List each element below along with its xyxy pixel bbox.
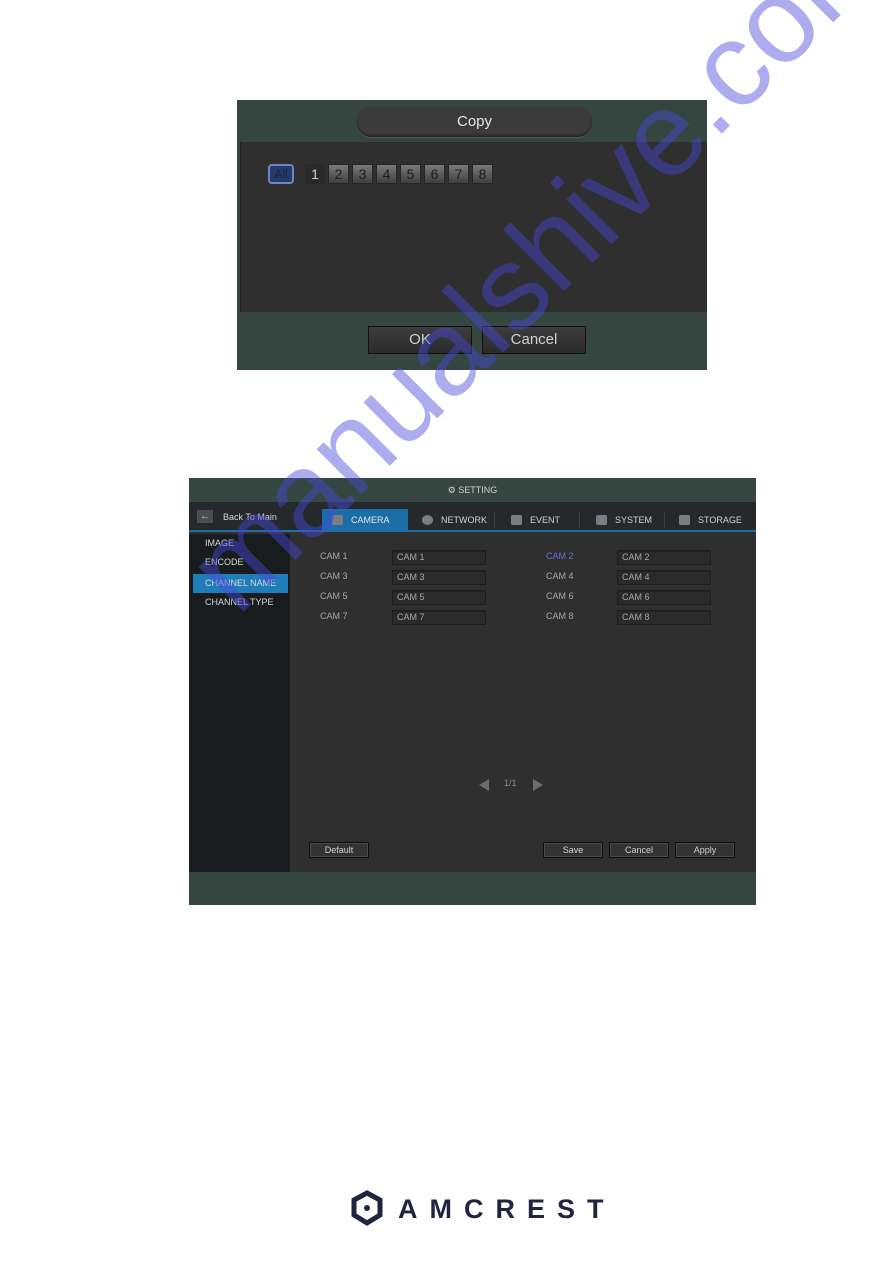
cam-5-name-input[interactable]: CAM 5 xyxy=(392,590,486,605)
cam-1-label: CAM 1 xyxy=(320,551,348,561)
tab-storage[interactable]: STORAGE xyxy=(669,509,752,530)
globe-icon xyxy=(422,514,433,525)
cam-3-label: CAM 3 xyxy=(320,571,348,581)
tab-divider xyxy=(579,512,580,528)
channel-6-checkbox[interactable]: 6 xyxy=(424,164,445,184)
cam-5-label: CAM 5 xyxy=(320,591,348,601)
tab-label: CAMERA xyxy=(351,514,390,525)
gear-icon: ⚙ xyxy=(447,485,456,495)
sidebar-item-image[interactable]: IMAGE xyxy=(193,534,288,553)
setting-title: SETTING xyxy=(458,485,498,495)
storage-icon xyxy=(679,514,690,525)
sidebar-item-channel-name[interactable]: CHANNEL NAME xyxy=(193,574,288,593)
tab-label: NETWORK xyxy=(441,514,487,525)
cam-4-name-input[interactable]: CAM 4 xyxy=(617,570,711,585)
channel-7-checkbox[interactable]: 7 xyxy=(448,164,469,184)
copy-dialog-title: Copy xyxy=(357,107,592,137)
cam-7-name-input[interactable]: CAM 7 xyxy=(392,610,486,625)
channel-5-checkbox[interactable]: 5 xyxy=(400,164,421,184)
next-page-icon[interactable] xyxy=(533,779,543,791)
copy-dialog-body: All 1 2 3 4 5 6 7 8 xyxy=(240,142,707,312)
channel-2-checkbox[interactable]: 2 xyxy=(328,164,349,184)
tab-event[interactable]: EVENT xyxy=(501,509,570,530)
brand-name: AMCREST xyxy=(398,1193,616,1224)
prev-page-icon[interactable] xyxy=(479,779,489,791)
tab-label: SYSTEM xyxy=(615,514,653,525)
tab-bar: ← Back To Main CAMERA NETWORK EVENT SYST… xyxy=(189,502,756,532)
cam-8-label: CAM 8 xyxy=(546,611,574,621)
cam-3-name-input[interactable]: CAM 3 xyxy=(392,570,486,585)
cam-6-label: CAM 6 xyxy=(546,591,574,601)
cam-8-name-input[interactable]: CAM 8 xyxy=(617,610,711,625)
ok-button[interactable]: OK xyxy=(368,326,472,354)
sidebar-item-channel-type[interactable]: CHANNEL TYPE xyxy=(193,593,288,612)
cam-6-name-input[interactable]: CAM 6 xyxy=(617,590,711,605)
cam-1-name-input[interactable]: CAM 1 xyxy=(392,550,486,565)
tab-divider xyxy=(664,512,665,528)
channel-8-checkbox[interactable]: 8 xyxy=(472,164,493,184)
save-button[interactable]: Save xyxy=(543,842,603,858)
sidebar-item-encode[interactable]: ENCODE xyxy=(193,553,288,572)
camera-icon xyxy=(332,514,343,525)
tab-network[interactable]: NETWORK xyxy=(412,509,497,530)
back-label: Back To Main xyxy=(223,511,277,522)
back-to-main-button[interactable]: ← Back To Main xyxy=(197,510,277,523)
channel-selector: All 1 2 3 4 5 6 7 8 xyxy=(268,164,493,184)
tab-label: STORAGE xyxy=(698,514,742,525)
apply-button[interactable]: Apply xyxy=(675,842,735,858)
tab-system[interactable]: SYSTEM xyxy=(586,509,662,530)
sidebar: IMAGE ENCODE CHANNEL NAME CHANNEL TYPE xyxy=(189,534,290,872)
channel-1-checkbox[interactable]: 1 xyxy=(305,164,325,184)
copy-dialog: Copy All 1 2 3 4 5 6 7 8 OK Cancel xyxy=(237,100,707,370)
tab-label: EVENT xyxy=(530,514,561,525)
page-indicator: 1/1 xyxy=(504,778,517,788)
cam-7-label: CAM 7 xyxy=(320,611,348,621)
cam-2-label: CAM 2 xyxy=(546,551,574,561)
cam-2-name-input[interactable]: CAM 2 xyxy=(617,550,711,565)
system-icon xyxy=(596,514,607,525)
event-icon xyxy=(511,514,522,525)
setting-footer-bar xyxy=(189,872,756,905)
cam-4-label: CAM 4 xyxy=(546,571,574,581)
tab-camera[interactable]: CAMERA xyxy=(322,509,408,530)
channel-4-checkbox[interactable]: 4 xyxy=(376,164,397,184)
cancel-button[interactable]: Cancel xyxy=(482,326,586,354)
back-arrow-icon: ← xyxy=(197,510,213,523)
tab-divider xyxy=(494,512,495,528)
cancel-button[interactable]: Cancel xyxy=(609,842,669,858)
amcrest-logo-icon xyxy=(351,1190,383,1226)
setting-screen: ⚙ SETTING ← Back To Main CAMERA NETWORK … xyxy=(189,478,756,905)
setting-header: ⚙ SETTING xyxy=(189,478,756,502)
channel-3-checkbox[interactable]: 3 xyxy=(352,164,373,184)
brand-logo: AMCREST xyxy=(350,1190,616,1228)
all-channels-checkbox[interactable]: All xyxy=(268,164,294,184)
default-button[interactable]: Default xyxy=(309,842,369,858)
